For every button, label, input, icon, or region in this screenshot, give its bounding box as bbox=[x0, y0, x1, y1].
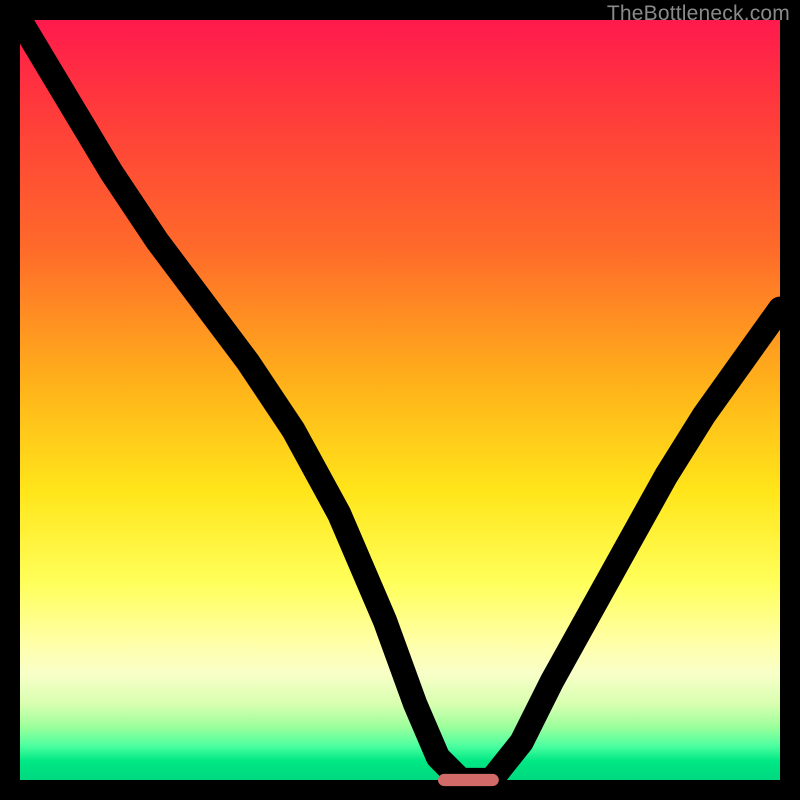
chart-frame: TheBottleneck.com bbox=[0, 0, 800, 800]
watermark-text: TheBottleneck.com bbox=[607, 2, 790, 26]
bottleneck-curve bbox=[20, 20, 780, 780]
optimal-range-marker bbox=[438, 774, 499, 786]
chart-overlay bbox=[20, 20, 780, 780]
